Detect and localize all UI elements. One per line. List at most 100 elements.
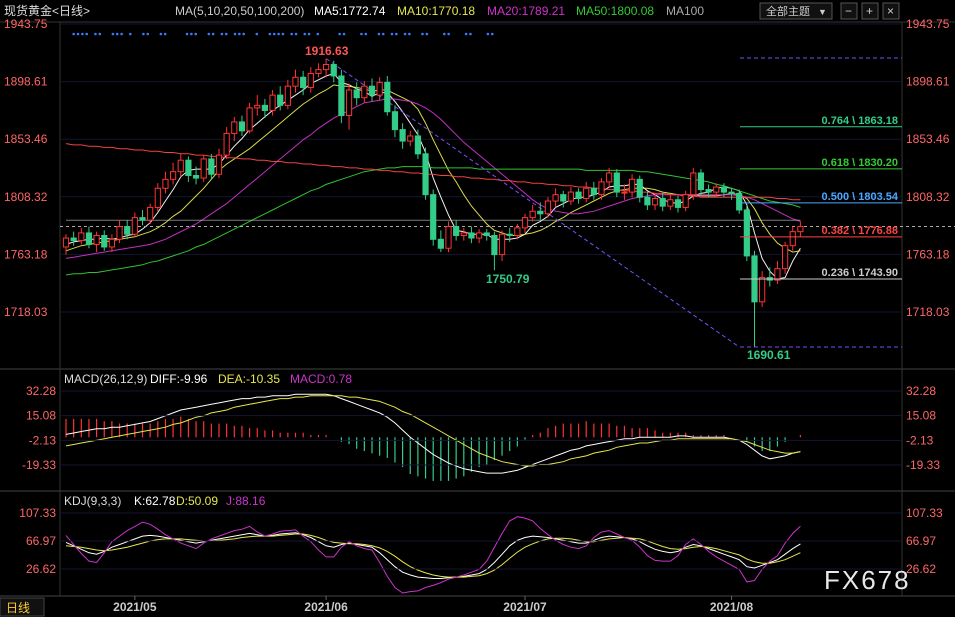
time-tick-label: 2021/05 xyxy=(113,600,157,614)
price-tick-left: 1943.75 xyxy=(4,17,48,31)
kdj-tick-left: 66.97 xyxy=(26,534,56,548)
candle-body xyxy=(621,191,628,194)
theme-dropdown-label: 全部主题 xyxy=(766,4,810,18)
candle-body xyxy=(269,94,276,111)
signal-dot xyxy=(194,32,198,36)
signal-dot xyxy=(316,32,320,36)
candle-body xyxy=(246,107,253,132)
candle-body xyxy=(705,189,712,193)
signal-dot xyxy=(238,32,241,36)
chevron-down-icon: ▼ xyxy=(818,7,827,17)
kdj-header: KDJ(9,3,3) K:62.78 D:50.09 J:88.16 xyxy=(64,494,266,508)
price-tick-left: 1808.32 xyxy=(4,190,48,204)
candle-body xyxy=(782,245,789,270)
price-tick-right: 1943.75 xyxy=(906,17,950,31)
candle-body xyxy=(323,64,330,71)
signal-dot xyxy=(360,32,363,36)
signal-dot xyxy=(220,32,224,36)
candle-body xyxy=(85,232,93,245)
candle-body xyxy=(223,132,230,156)
macd-label: MACD(26,12,9) xyxy=(64,372,147,386)
candle-body xyxy=(720,186,727,193)
candle-body xyxy=(728,191,735,194)
macd-tick-right: -2.13 xyxy=(906,433,934,447)
candle-body xyxy=(391,111,399,131)
candle-body xyxy=(590,187,597,196)
fib-level-label: 0.236 \ 1743.90 xyxy=(822,267,898,279)
candle-body xyxy=(606,172,613,183)
macd-tick-left: -19.33 xyxy=(22,458,56,472)
candle-body xyxy=(147,206,154,221)
candle-body xyxy=(521,217,529,229)
candle-body xyxy=(407,135,414,142)
signal-dot xyxy=(469,32,472,36)
signal-dot xyxy=(294,32,298,36)
candle-body xyxy=(62,237,70,248)
low-june-annotation: 1750.79 xyxy=(486,272,530,286)
candle-body xyxy=(200,158,207,179)
candle-body xyxy=(514,227,521,236)
signal-dot xyxy=(281,32,285,36)
candle-body xyxy=(537,210,544,215)
candle-body xyxy=(682,194,689,208)
signal-dot xyxy=(272,32,276,36)
candle-body xyxy=(476,232,483,239)
candle-body xyxy=(674,199,682,208)
candle-body xyxy=(659,197,666,207)
signal-dot xyxy=(85,32,89,36)
candle-body xyxy=(231,121,238,134)
candle-body xyxy=(759,277,766,303)
candle-body xyxy=(774,268,781,281)
candle-body xyxy=(644,196,651,206)
signal-dot xyxy=(447,32,450,36)
chart-title: 现货黄金<日线> xyxy=(4,3,90,18)
candle-body xyxy=(116,226,123,240)
candle-body xyxy=(743,209,750,257)
candle-body xyxy=(667,199,674,207)
candle-body xyxy=(192,175,200,179)
signal-dot xyxy=(303,32,307,36)
fib-level-label: 0.500 \ 1803.54 xyxy=(822,191,899,203)
fib-level-label: 0.382 \ 1776.88 xyxy=(822,225,898,237)
signal-dot xyxy=(268,32,272,36)
candle-body xyxy=(613,172,620,193)
signal-dot xyxy=(120,32,123,36)
candle-body xyxy=(560,194,567,202)
candle-body xyxy=(697,172,705,191)
signal-dot xyxy=(338,32,341,36)
signal-dot xyxy=(159,32,163,36)
candle-body xyxy=(445,226,452,249)
signal-dot xyxy=(72,32,75,36)
signal-dot xyxy=(81,32,84,36)
signal-dot xyxy=(307,32,311,36)
signal-dot xyxy=(277,32,280,36)
candle-body xyxy=(368,85,376,96)
fib-level-label: 0.618 \ 1830.20 xyxy=(822,157,898,169)
candle-body xyxy=(567,191,574,202)
signal-dot xyxy=(211,32,215,36)
macd-tick-left: 15.08 xyxy=(26,409,56,423)
candle-body xyxy=(575,191,582,199)
ma-label: MA(5,10,20,50,100,200) xyxy=(175,4,304,18)
macd-value: MACD:0.78 xyxy=(290,372,352,386)
close-icon: × xyxy=(887,4,894,18)
kdj-label: KDJ(9,3,3) xyxy=(64,494,121,508)
kdj-tick-right: 107.33 xyxy=(906,506,943,520)
candle-body xyxy=(208,158,215,175)
signal-dot xyxy=(185,32,189,36)
signal-dot xyxy=(94,32,97,36)
price-tick-left: 1718.03 xyxy=(4,305,48,319)
signal-dot xyxy=(464,32,468,36)
signal-dot xyxy=(395,32,398,36)
candle-body xyxy=(437,238,444,249)
candle-body xyxy=(101,234,108,248)
candle-body xyxy=(422,153,429,196)
candle-body xyxy=(185,159,192,177)
signal-dot xyxy=(224,32,228,36)
candle-body xyxy=(468,232,475,239)
candle-body xyxy=(789,231,796,247)
signal-dot xyxy=(142,32,145,36)
candle-body xyxy=(453,226,460,236)
candle-body xyxy=(315,69,322,74)
candle-body xyxy=(651,197,659,206)
